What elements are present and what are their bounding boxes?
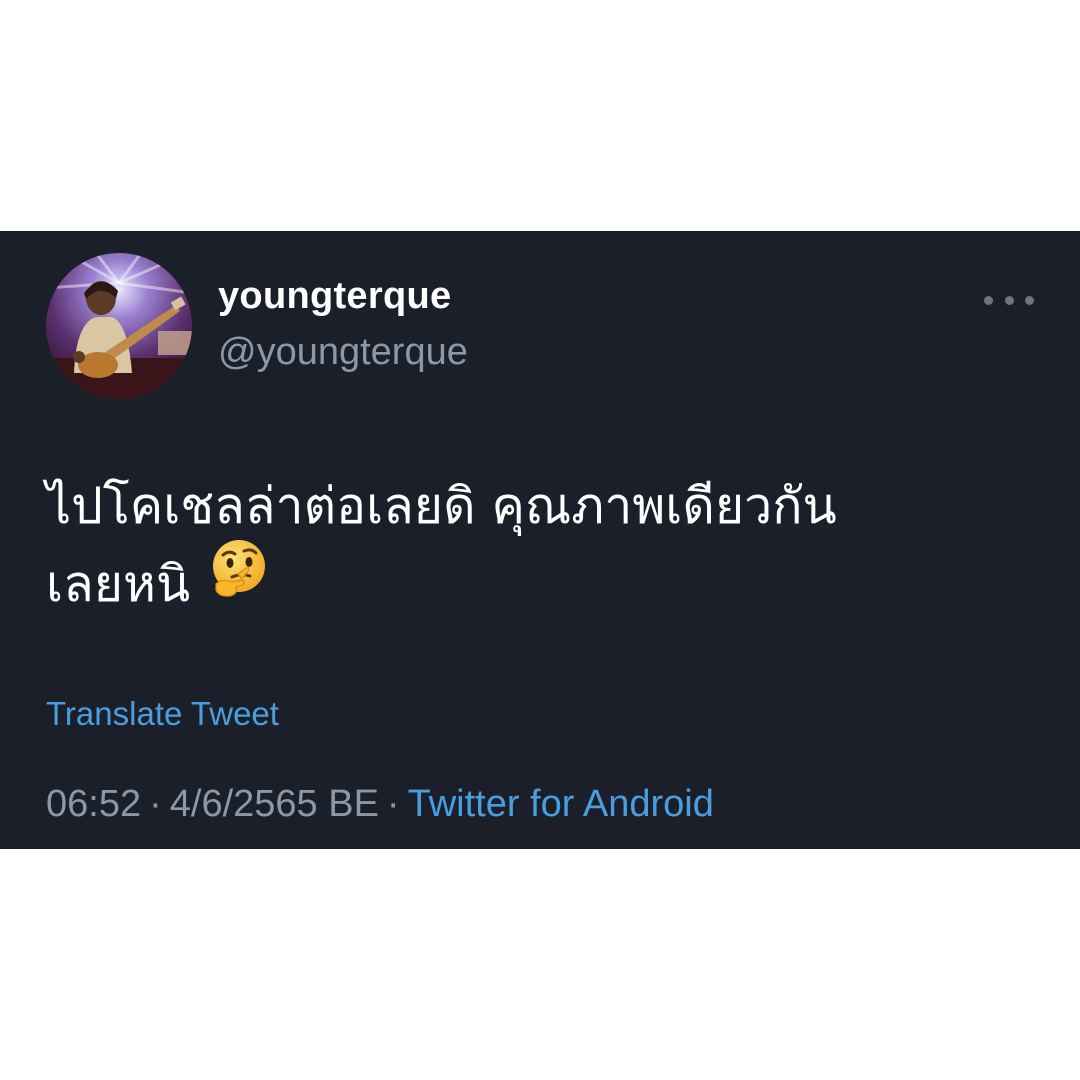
- more-horizontal-icon-dot: [1025, 295, 1034, 305]
- guitarist-avatar-icon: [46, 253, 192, 399]
- tweet-text-line-1: ไปโคเชลล่าต่อเลยดิ คุณภาพเดียวกัน: [46, 477, 837, 535]
- user-handle[interactable]: @youngterque: [218, 331, 468, 374]
- page: youngterque @youngterque ไปโคเชลล่าต่อเล…: [0, 0, 1080, 1080]
- meta-separator: ·: [386, 783, 400, 825]
- display-name[interactable]: youngterque: [218, 275, 451, 318]
- tweet-text-line-2: เลยหนิ: [46, 539, 1036, 630]
- meta-separator: ·: [149, 783, 162, 825]
- tweet-text-line-2-text: เลยหนิ: [46, 555, 191, 613]
- avatar[interactable]: [46, 253, 192, 399]
- thinking-face-icon: [208, 538, 270, 622]
- tweet-source-link[interactable]: Twitter for Android: [408, 783, 714, 825]
- translate-tweet-link[interactable]: Translate Tweet: [46, 695, 279, 733]
- tweet-time: 06:52: [46, 783, 142, 825]
- more-horizontal-icon-dot: [1004, 295, 1014, 305]
- more-horizontal-icon: [984, 295, 993, 305]
- tweet-card: youngterque @youngterque ไปโคเชลล่าต่อเล…: [0, 231, 1080, 849]
- more-options-button[interactable]: [984, 287, 1034, 313]
- tweet-date: 4/6/2565 BE: [169, 783, 379, 825]
- tweet-text: ไปโคเชลล่าต่อเลยดิ คุณภาพเดียวกัน เลยหนิ: [46, 467, 1036, 630]
- tweet-metadata: 06:52 · 4/6/2565 BE · Twitter for Android: [46, 783, 714, 826]
